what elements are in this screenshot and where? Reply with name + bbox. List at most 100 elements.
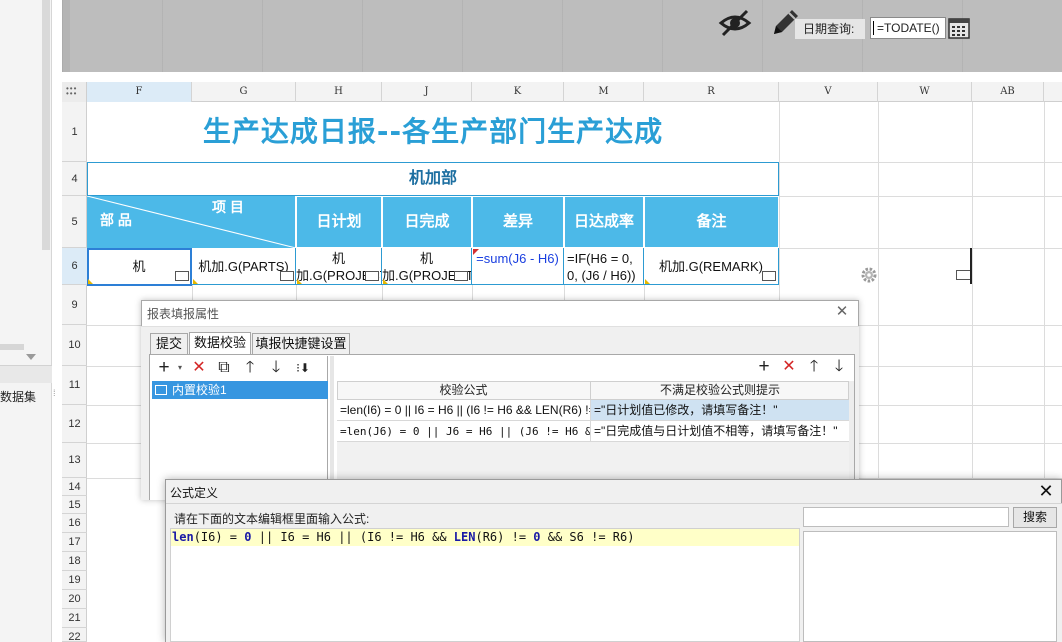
formula-number: 0: [533, 530, 541, 544]
table-cell-message[interactable]: ="日完成值与日计划值不相等，请填写备注！": [591, 421, 849, 442]
row-header-15[interactable]: 15: [62, 496, 87, 514]
grid-empty-area: [337, 442, 849, 480]
rule-up-icon[interactable]: 🡑: [804, 357, 824, 377]
delete-icon[interactable]: ✕: [189, 358, 209, 378]
column-header-j[interactable]: J: [382, 82, 472, 102]
dataset-panel-hscroll[interactable]: [0, 344, 24, 350]
formula-marker-icon: [473, 249, 479, 255]
column-header-next[interactable]: [1044, 82, 1062, 102]
header-remark[interactable]: 备注: [644, 196, 779, 248]
number-widget-icon: [454, 271, 468, 281]
row-header-20[interactable]: 20: [62, 590, 87, 609]
search-button[interactable]: 搜索: [1013, 507, 1057, 528]
header-daily-done[interactable]: 日完成: [382, 196, 472, 248]
data-marker-icon: [297, 279, 302, 284]
formula-keyword: len: [172, 530, 194, 544]
row-header-14[interactable]: 14: [62, 478, 87, 496]
gear-icon[interactable]: [860, 266, 878, 284]
tab-shortcut-settings[interactable]: 填报快捷键设置: [252, 333, 350, 354]
widget-icon: [175, 271, 189, 281]
calendar-icon[interactable]: [948, 17, 970, 39]
header-daily-plan[interactable]: 日计划: [296, 196, 382, 248]
date-query-input[interactable]: =TODATE(): [870, 17, 946, 39]
table-cell-message[interactable]: ="日计划值已修改，请填写备注！": [591, 400, 849, 421]
widget-icon: [365, 271, 379, 281]
row-header-9[interactable]: 9: [62, 285, 87, 325]
column-header-r[interactable]: R: [644, 82, 779, 102]
arrow-down-icon[interactable]: 🡓: [266, 358, 286, 378]
header-achievement-rate[interactable]: 日达成率: [564, 196, 644, 248]
column-header-w[interactable]: W: [878, 82, 972, 102]
dataset-tab-label[interactable]: 数据集: [0, 387, 52, 407]
cell-r6[interactable]: 机加.G(REMARK): [644, 248, 779, 285]
triangle-down-icon[interactable]: [26, 354, 36, 360]
column-header-v[interactable]: V: [779, 82, 878, 102]
validation-item-icon: [155, 385, 167, 395]
grid-line: [779, 248, 1062, 249]
column-header-f[interactable]: F: [87, 82, 192, 102]
panel-divider: [0, 365, 52, 383]
function-list[interactable]: [803, 531, 1057, 642]
column-header-ab[interactable]: AB: [972, 82, 1044, 102]
table-cell-formula[interactable]: =len(I6) = 0 || I6 = H6 || (I6 != H6 && …: [337, 400, 591, 421]
delete-rule-icon[interactable]: ✕: [779, 357, 799, 377]
formula-text: (R6) !=: [475, 530, 534, 544]
column-header-formula: 校验公式: [337, 381, 591, 400]
row-header-1[interactable]: 1: [62, 102, 87, 162]
data-marker-icon: [193, 279, 198, 284]
grid-dots-icon: ••• •••: [66, 84, 78, 98]
text-cursor: [873, 21, 874, 35]
grid-line: [779, 196, 1062, 197]
eye-slash-icon[interactable]: [718, 8, 752, 38]
data-marker-icon: [383, 279, 388, 284]
row-header-4[interactable]: 4: [62, 162, 87, 196]
row-header-18[interactable]: 18: [62, 552, 87, 571]
date-query-label: 日期查询:: [795, 19, 865, 39]
dataset-panel-scrollbar[interactable]: [42, 0, 50, 250]
grip-icon[interactable]: ⁞: [53, 388, 59, 402]
formula-text: (I6) =: [193, 530, 245, 544]
row-header-19[interactable]: 19: [62, 571, 87, 590]
row-header-6[interactable]: 6: [62, 248, 87, 285]
header-difference[interactable]: 差异: [472, 196, 564, 248]
row-header-22[interactable]: 22: [62, 628, 87, 642]
table-cell-formula[interactable]: =len(J6) = 0 || J6 = H6 || (J6 != H6 && …: [337, 421, 591, 442]
formula-prompt: 请在下面的文本编辑框里面输入公式:: [174, 512, 370, 526]
diagonal-header-dept: 部 品: [100, 212, 132, 228]
copy-icon[interactable]: ⧉: [214, 358, 234, 378]
formula-text: && S6 != R6): [540, 530, 635, 544]
formula-code[interactable]: len(I6) = 0 || I6 = H6 || (I6 != H6 && L…: [172, 529, 798, 546]
column-header-k[interactable]: K: [472, 82, 564, 102]
column-header-g[interactable]: G: [192, 82, 296, 102]
tab-data-validation[interactable]: 数据校验: [189, 332, 251, 354]
frozen-column-line: [970, 248, 972, 284]
arrow-up-icon[interactable]: 🡑: [240, 358, 260, 378]
row-header-17[interactable]: 17: [62, 533, 87, 552]
move-bottom-icon[interactable]: ⁝⬇: [293, 358, 313, 378]
list-item[interactable]: 内置校验1: [152, 381, 328, 399]
formula-keyword: LEN: [453, 530, 476, 544]
function-search-input[interactable]: [803, 507, 1009, 527]
data-marker-icon: [645, 279, 650, 284]
add-rule-icon[interactable]: +: [754, 357, 774, 377]
cell-k6[interactable]: =sum(J6 - H6): [472, 248, 564, 285]
row-header-11[interactable]: 11: [62, 366, 87, 405]
column-header-h[interactable]: H: [296, 82, 382, 102]
dropdown-icon[interactable]: ▾: [170, 358, 190, 378]
row-header-10[interactable]: 10: [62, 325, 87, 366]
close-icon[interactable]: ✕: [1036, 481, 1056, 501]
row-header-12[interactable]: 12: [62, 405, 87, 443]
row-header-21[interactable]: 21: [62, 609, 87, 628]
close-icon[interactable]: ✕: [834, 304, 850, 320]
dialog-title: 公式定义: [170, 486, 219, 500]
data-marker-icon: [88, 279, 93, 284]
row-header-16[interactable]: 16: [62, 514, 87, 533]
rule-down-icon[interactable]: 🡓: [829, 357, 849, 377]
rules-scrollbar[interactable]: [849, 381, 854, 481]
column-header-m[interactable]: M: [564, 82, 644, 102]
row-header-5[interactable]: 5: [62, 196, 87, 248]
cell-m6[interactable]: =IF(H6 = 0, 0, (J6 / H6)): [564, 248, 644, 285]
row-header-13[interactable]: 13: [62, 443, 87, 478]
tab-submit[interactable]: 提交: [150, 333, 188, 354]
report-title[interactable]: 生产达成日报--各生产部门生产达成: [87, 102, 779, 162]
